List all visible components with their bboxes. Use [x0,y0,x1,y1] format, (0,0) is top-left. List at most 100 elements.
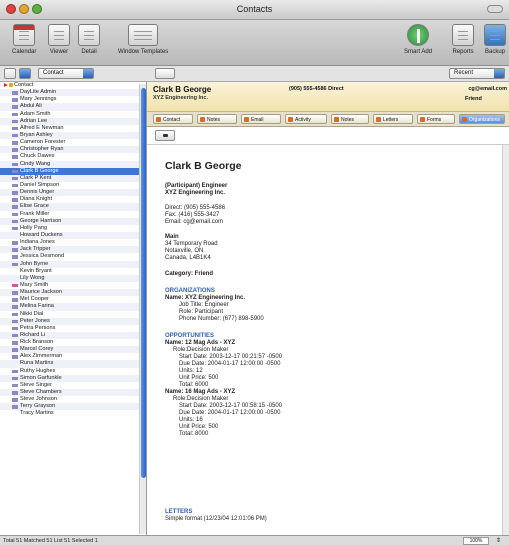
window-templates-button[interactable]: Window Templates [118,24,168,55]
reports-label: Reports [452,49,474,55]
contact-card-icon [12,298,18,302]
contact-list-item[interactable]: Rick Branson [0,339,146,346]
tab-forms[interactable]: Forms [417,114,455,124]
contact-list-item[interactable]: Howard Duckens [0,231,146,240]
recent-select[interactable]: Recent [449,68,505,79]
detail-email[interactable]: Email: cg@email.com [165,219,223,226]
letter-item[interactable]: Simple format (12/23/04 12:01:06 PM) [165,516,267,523]
opportunity-due-date: Due Date: 2004-01-17 12:00:00 -0500 [179,410,281,416]
contact-list-item[interactable]: Clark B George [0,167,146,175]
zoom-stepper-icon[interactable]: ⇕ [496,537,501,544]
contact-name: Bryan Ashley [20,131,53,138]
contact-card-icon [12,319,18,324]
contact-list-item[interactable]: Runa Martins [0,360,146,368]
contact-list-item[interactable]: Maurice Jackson [0,289,146,297]
contact-list-item[interactable]: Dennis Unger [0,189,146,197]
back-forward-button[interactable] [155,68,175,79]
viewer-icon [48,24,70,46]
contact-name: Alfred E Newman [20,124,64,131]
contact-list-item[interactable]: Christopher Ryan [0,146,146,154]
contact-list-item[interactable]: Steve Singer [0,382,146,389]
contact-filter-select[interactable]: Contact [38,68,94,79]
tab-activity[interactable]: Activity [285,114,327,124]
contact-list-item[interactable]: Indiana Jones [0,239,146,246]
viewer-button[interactable]: Viewer [48,24,70,55]
backup-button[interactable]: Backup [484,24,506,55]
tab-notes[interactable]: Notes [197,114,237,124]
contact-list[interactable]: Contact DayLite Admin Mary Jennings Abdul A… [0,82,147,535]
contact-list-item[interactable]: Marcel Corey [0,346,146,354]
contact-list-item[interactable]: Lily Wong [0,274,146,282]
header-phone: (905) 555-4586 Direct [289,86,344,92]
tab-organizations[interactable]: Organizations [459,114,505,124]
contact-list-item[interactable]: Cindy Wang [0,160,146,168]
contact-list-item[interactable]: Jessica Desmond [0,253,146,260]
contact-list-item[interactable]: Abdul Ali [0,103,146,111]
contact-card-icon [12,119,18,124]
tab-email[interactable]: Email [241,114,281,124]
contact-card-icon [12,126,18,131]
contact-list-item[interactable]: Elise Grace [0,203,146,211]
backup-icon [484,24,506,46]
gear-icon[interactable] [4,68,16,79]
contact-list-item[interactable]: George Harrison [0,217,146,225]
detail-button[interactable]: Detail [78,24,100,55]
contact-list-item[interactable]: Holly Pang [0,225,146,232]
contact-card-icon [12,241,18,245]
contact-list-item[interactable]: Ruthy Hughes [0,368,146,375]
toolbar-toggle-button[interactable] [487,5,503,13]
detail-action-button[interactable] [155,130,175,141]
contact-list-item[interactable]: Petra Persons [0,325,146,332]
contact-list-item[interactable]: Jack Tripper [0,246,146,254]
zoom-field[interactable]: 100% [463,537,489,545]
contact-list-item[interactable]: Mary Smith [0,282,146,289]
contact-list-item[interactable]: Steve Johnson [0,396,146,403]
contact-list-item[interactable]: Simon Garfunkle [0,374,146,382]
contact-list-item[interactable]: Alex Zimmerman [0,353,146,360]
header-category: Friend [465,96,482,102]
contact-list-item[interactable]: Mel Cooper [0,296,146,303]
title-bar[interactable]: Contacts [0,0,509,20]
contact-card-icon [12,391,18,395]
contact-list-item[interactable]: Nikki Dial [0,311,146,318]
contact-list-item[interactable]: John Byrne [0,260,146,268]
header-email[interactable]: cg@email.com [468,86,507,92]
contacts-window: Contacts Calendar Viewer Detail Window T… [0,0,509,545]
contact-list-item[interactable]: Daniel Simpson [0,182,146,189]
contact-group-row[interactable]: Contact [0,82,146,89]
contact-list-item[interactable]: Melina Farina [0,303,146,311]
contact-list-item[interactable]: Mary Jennings [0,96,146,103]
detail-scrollbar[interactable] [502,145,509,535]
contact-name: Tracy Martins [20,410,54,417]
detail-tabs: Contact Notes Email Activity Notes Lette… [147,112,509,127]
calendar-button[interactable]: Calendar [12,24,36,55]
contact-list-item[interactable]: DayLite Admin [0,89,146,97]
contact-list-item[interactable]: Tracy Martins [0,410,146,417]
contact-list-item[interactable]: Adrian Lee [0,117,146,125]
contact-list-item[interactable]: Richard Li [0,331,146,340]
contact-list-item[interactable]: Chuck Dawes [0,153,146,160]
detail-address-line2: Notaxville, ON [165,248,204,254]
reports-button[interactable]: Reports [452,24,474,55]
contact-list-item[interactable]: Clark P Kent [0,174,146,182]
contact-list-item[interactable]: Steve Chambers [0,389,146,397]
contact-list-item[interactable]: Bryan Ashley [0,131,146,140]
smart-add-button[interactable]: Smart Add [404,24,432,55]
contact-list-item[interactable]: Alfred E Newman [0,125,146,132]
contact-list-item[interactable]: Peter Jones [0,317,146,325]
tab-contact[interactable]: Contact [153,114,193,124]
contact-list-item[interactable]: Kevin Bryant [0,268,146,275]
contact-card-icon [12,383,18,388]
contact-list-item[interactable]: Cameron Forester [0,139,146,146]
contact-list-item[interactable]: Terry Grayson [0,403,146,411]
contact-card-icon [12,291,18,295]
contact-list-item[interactable]: Adam Smith [0,111,146,118]
detail-address-label: Main [165,234,179,240]
tab-letters[interactable]: Letters [373,114,413,124]
contact-list-scrollbar[interactable] [139,84,146,534]
list-mode-button[interactable] [19,68,31,79]
contact-list-scroll-thumb[interactable] [141,88,146,478]
contact-list-item[interactable]: Diana Knight [0,196,146,203]
contact-list-item[interactable]: Frank Miller [0,211,146,218]
tab-notes-2[interactable]: Notes [331,114,369,124]
